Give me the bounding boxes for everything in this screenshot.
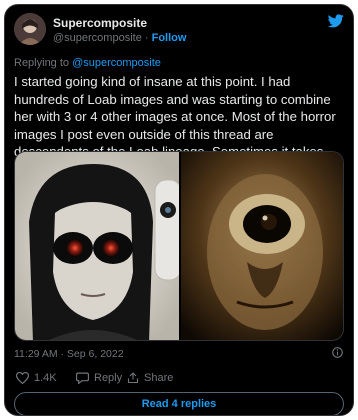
handle[interactable]: @supercomposite bbox=[53, 32, 142, 44]
handle-line: @supercomposite · Follow bbox=[53, 32, 186, 44]
like-button[interactable]: 1.4K bbox=[16, 372, 57, 384]
media-grid bbox=[14, 151, 344, 341]
heart-icon bbox=[16, 372, 29, 384]
replying-to-mention[interactable]: @supercomposite bbox=[72, 57, 161, 69]
follow-button[interactable]: Follow bbox=[152, 32, 187, 44]
info-icon[interactable] bbox=[332, 347, 343, 358]
like-count: 1.4K bbox=[34, 372, 57, 384]
reply-button[interactable]: Reply bbox=[76, 372, 122, 384]
handle-separator: · bbox=[141, 32, 152, 44]
media-image-right[interactable] bbox=[181, 152, 344, 341]
tweet-card: Supercomposite @supercomposite · Follow … bbox=[4, 4, 354, 416]
replying-to-prefix: Replying to bbox=[14, 57, 73, 69]
share-label: Share bbox=[144, 372, 174, 384]
twitter-bird-icon[interactable] bbox=[328, 14, 344, 28]
share-button[interactable]: Share bbox=[127, 372, 173, 384]
replying-to-line: Replying to @supercomposite bbox=[14, 57, 161, 69]
speech-bubble-icon bbox=[76, 372, 89, 384]
display-name[interactable]: Supercomposite bbox=[53, 16, 147, 30]
reply-label: Reply bbox=[94, 372, 123, 384]
share-arrow-icon bbox=[127, 372, 139, 384]
media-image-left[interactable] bbox=[15, 152, 182, 341]
timestamp[interactable]: 11:29 AM · Sep 6, 2022 bbox=[14, 348, 124, 360]
avatar[interactable] bbox=[14, 13, 46, 45]
read-replies-button[interactable]: Read 4 replies bbox=[14, 392, 344, 415]
